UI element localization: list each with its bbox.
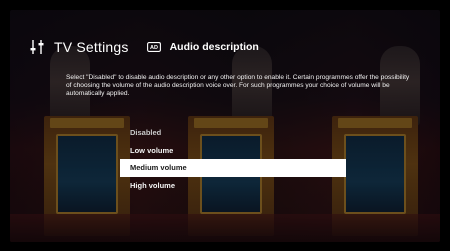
volume-options-list: Disabled Low volume Medium volume High v… — [120, 124, 346, 194]
settings-header: TV Settings AD Audio description — [30, 36, 259, 58]
svg-text:AD: AD — [150, 45, 158, 51]
option-low-volume[interactable]: Low volume — [120, 142, 346, 160]
option-disabled[interactable]: Disabled — [120, 124, 346, 142]
description-text: Select "Disabled" to disable audio descr… — [66, 74, 410, 97]
option-high-volume[interactable]: High volume — [120, 177, 346, 195]
settings-sliders-icon — [30, 40, 44, 54]
section-label: Audio description — [169, 41, 259, 53]
section-heading: AD Audio description — [146, 41, 259, 53]
audio-description-icon: AD — [146, 42, 161, 52]
option-medium-volume[interactable]: Medium volume — [120, 159, 346, 177]
page-title: TV Settings — [54, 39, 129, 55]
